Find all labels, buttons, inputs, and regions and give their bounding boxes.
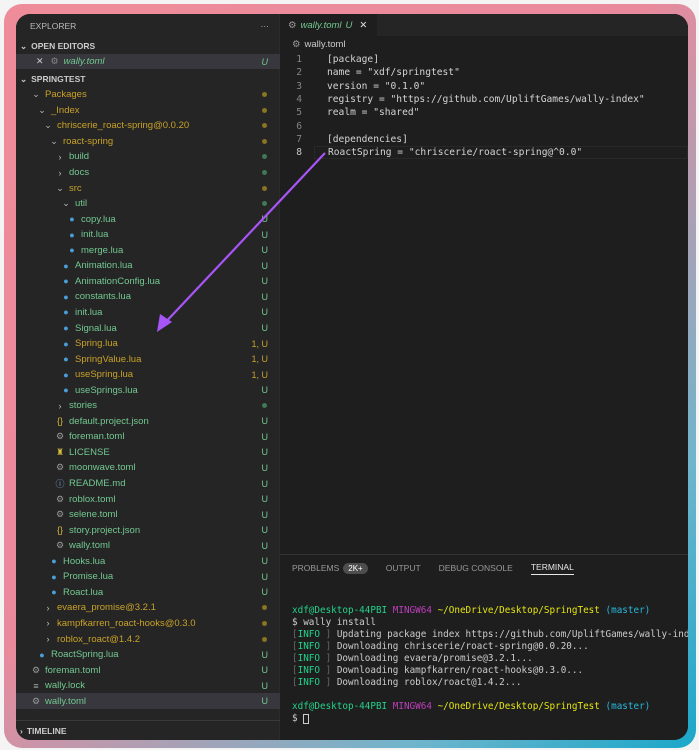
- arrow-line: [161, 152, 326, 327]
- annotation-arrow: [157, 152, 326, 332]
